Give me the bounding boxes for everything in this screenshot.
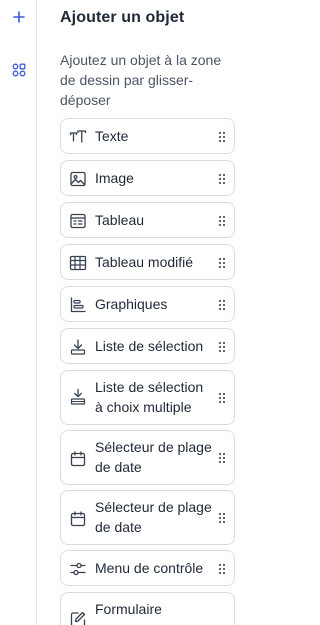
calendar-icon	[69, 510, 87, 528]
drag-handle-icon[interactable]	[218, 299, 226, 311]
object-item-text[interactable]: Texte	[60, 118, 235, 154]
object-item-table[interactable]: Tableau	[60, 202, 235, 238]
object-item-control-menu[interactable]: Menu de contrôle	[60, 550, 235, 586]
grid-table-icon	[69, 254, 87, 272]
panel-title: Ajouter un objet	[60, 9, 185, 26]
object-item-multi-select-list[interactable]: Liste de sélection à choix multiple	[60, 370, 235, 425]
object-item-label: Tableau	[95, 212, 145, 228]
drag-handle-icon[interactable]	[218, 257, 226, 269]
sliders-icon	[69, 560, 87, 578]
multi-select-list-icon	[69, 388, 87, 406]
object-item-label: Sélecteur de plage de date	[95, 499, 212, 535]
image-icon	[69, 170, 87, 188]
form-edit-icon	[69, 610, 87, 625]
drag-handle-icon[interactable]	[218, 341, 226, 353]
object-item-label: Liste de sélection à choix multiple	[95, 379, 204, 415]
object-item-label: Graphiques	[95, 296, 168, 312]
table-icon	[69, 212, 87, 230]
object-item-select-list[interactable]: Liste de sélection	[60, 328, 235, 364]
drag-handle-icon[interactable]	[218, 131, 226, 143]
dropdown-list-icon	[69, 338, 87, 356]
chart-icon	[69, 296, 87, 314]
calendar-icon	[69, 450, 87, 468]
drag-handle-icon[interactable]	[218, 392, 226, 404]
plus-icon	[12, 11, 25, 23]
object-item-label: Texte	[95, 128, 129, 144]
drag-handle-icon[interactable]	[218, 512, 226, 524]
object-item-label: Liste de sélection	[95, 338, 204, 354]
drag-handle-icon[interactable]	[218, 173, 226, 185]
object-item-form[interactable]: Formulaire	[60, 592, 235, 625]
add-object-rail-button[interactable]	[0, 3, 37, 31]
object-item-date-range-picker[interactable]: Sélecteur de plage de date	[60, 430, 235, 485]
object-item-label: Image	[95, 170, 134, 186]
components-icon	[12, 63, 25, 77]
object-item-label: Sélecteur de plage de date	[95, 439, 212, 475]
object-item-label: Formulaire	[95, 601, 162, 617]
add-object-app: Ajouter un objet Ajoutez un objet à la z…	[0, 0, 250, 625]
object-item-label: Tableau modifié	[95, 254, 194, 270]
panel-description: Ajoutez un objet à la zone de dessin par…	[60, 52, 222, 108]
drag-handle-icon[interactable]	[218, 563, 226, 575]
object-item-image[interactable]: Image	[60, 160, 235, 196]
left-rail	[0, 0, 37, 625]
object-item-modified-table[interactable]: Tableau modifié	[60, 244, 235, 280]
components-rail-button[interactable]	[0, 56, 37, 84]
object-item-charts[interactable]: Graphiques	[60, 286, 235, 322]
object-item-label: Menu de contrôle	[95, 560, 204, 576]
drag-handle-icon[interactable]	[218, 452, 226, 464]
object-item-date-range-picker[interactable]: Sélecteur de plage de date	[60, 490, 235, 545]
drag-handle-icon[interactable]	[218, 215, 226, 227]
text-icon	[69, 128, 87, 146]
add-object-panel: Ajouter un objet Ajoutez un objet à la z…	[38, 0, 250, 625]
